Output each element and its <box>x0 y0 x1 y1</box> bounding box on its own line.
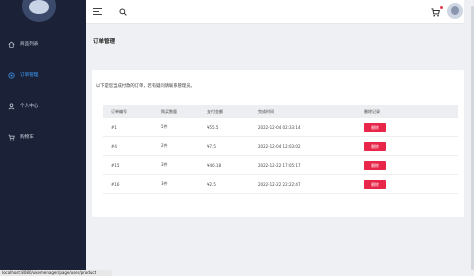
orders-table: 订单编号 购买数量 支付金额 完成时间 删除记录 #1 5件 ¥55.5 202… <box>103 105 458 194</box>
logo-image <box>22 0 56 22</box>
sidebar-item-profile[interactable]: 个人中心 <box>0 98 86 114</box>
sidebar-item-label: 订单管理 <box>20 73 39 78</box>
table-row: #16 3件 ¥2.5 2022-12-22 22:22:47 删除 <box>103 175 458 194</box>
order-quantity: 2件 <box>161 143 168 148</box>
delete-button[interactable]: 删除 <box>364 160 386 170</box>
sidebar-item-label: 商品列表 <box>20 42 39 47</box>
order-amount: ¥7.5 <box>207 143 216 149</box>
order-amount: ¥2.5 <box>207 181 216 187</box>
home-icon <box>6 41 16 48</box>
sidebar: 商品列表 订单管理 个人中心 购物车 <box>0 0 86 276</box>
table-header: 订单编号 购买数量 支付金额 完成时间 删除记录 <box>103 105 458 118</box>
order-id: #15 <box>111 162 120 168</box>
status-bar-url: localhost:8080/ukemenager/page/user/prod… <box>0 270 112 276</box>
page-title: 订单管理 <box>93 39 116 45</box>
top-header <box>86 0 464 24</box>
order-amount: ¥55.5 <box>207 124 219 130</box>
cart-badge <box>440 6 443 9</box>
order-id: #1 <box>111 124 117 130</box>
order-time: 2022-12-04 12:03:02 <box>258 143 301 149</box>
order-quantity: 3件 <box>161 181 168 186</box>
order-quantity: 3件 <box>161 162 168 167</box>
delete-button[interactable]: 删除 <box>364 141 386 151</box>
table-row: #15 3件 ¥46.18 2022-12-22 17:05:17 删除 <box>103 156 458 175</box>
order-time: 2022-12-22 22:22:47 <box>258 181 301 187</box>
search-icon[interactable] <box>119 8 127 16</box>
sidebar-item-label: 个人中心 <box>20 104 39 109</box>
sidebar-item-label: 购物车 <box>20 135 34 140</box>
order-icon <box>6 71 16 79</box>
delete-button[interactable]: 删除 <box>364 179 386 189</box>
column-header-delete: 删除记录 <box>364 108 380 114</box>
column-header-time: 完成时间 <box>258 108 274 114</box>
column-header-amount: 支付金额 <box>207 108 223 114</box>
sidebar-item-orders[interactable]: 订单管理 <box>0 67 86 83</box>
order-time: 2022-12-04 02:33:14 <box>258 124 301 130</box>
order-time: 2022-12-22 17:05:17 <box>258 162 301 168</box>
main-content: 订单管理 以下是您当成付款的订单，若有疑问请联系管理员。 订单编号 购买数量 支… <box>86 24 464 276</box>
sidebar-nav: 商品列表 订单管理 个人中心 购物车 <box>0 36 86 145</box>
order-amount: ¥46.18 <box>207 162 221 168</box>
column-header-order-id: 订单编号 <box>111 108 127 114</box>
avatar[interactable] <box>447 3 463 19</box>
column-header-quantity: 购买数量 <box>161 108 177 114</box>
order-id: #16 <box>111 181 120 187</box>
delete-button[interactable]: 删除 <box>364 122 386 132</box>
sidebar-item-cart[interactable]: 购物车 <box>0 129 86 145</box>
order-id: #4 <box>111 143 117 149</box>
right-gutter <box>464 0 474 276</box>
page-subtitle: 以下是您当成付款的订单，若有疑问请联系管理员。 <box>96 84 195 89</box>
table-row: #1 5件 ¥55.5 2022-12-04 02:33:14 删除 <box>103 118 458 137</box>
table-row: #4 2件 ¥7.5 2022-12-04 12:03:02 删除 <box>103 137 458 156</box>
order-quantity: 5件 <box>161 124 168 129</box>
hamburger-icon[interactable] <box>93 8 102 15</box>
sidebar-item-products[interactable]: 商品列表 <box>0 36 86 52</box>
user-icon <box>6 103 16 110</box>
cart-icon[interactable] <box>431 8 440 17</box>
cart-icon <box>6 134 16 141</box>
logo <box>0 0 86 24</box>
